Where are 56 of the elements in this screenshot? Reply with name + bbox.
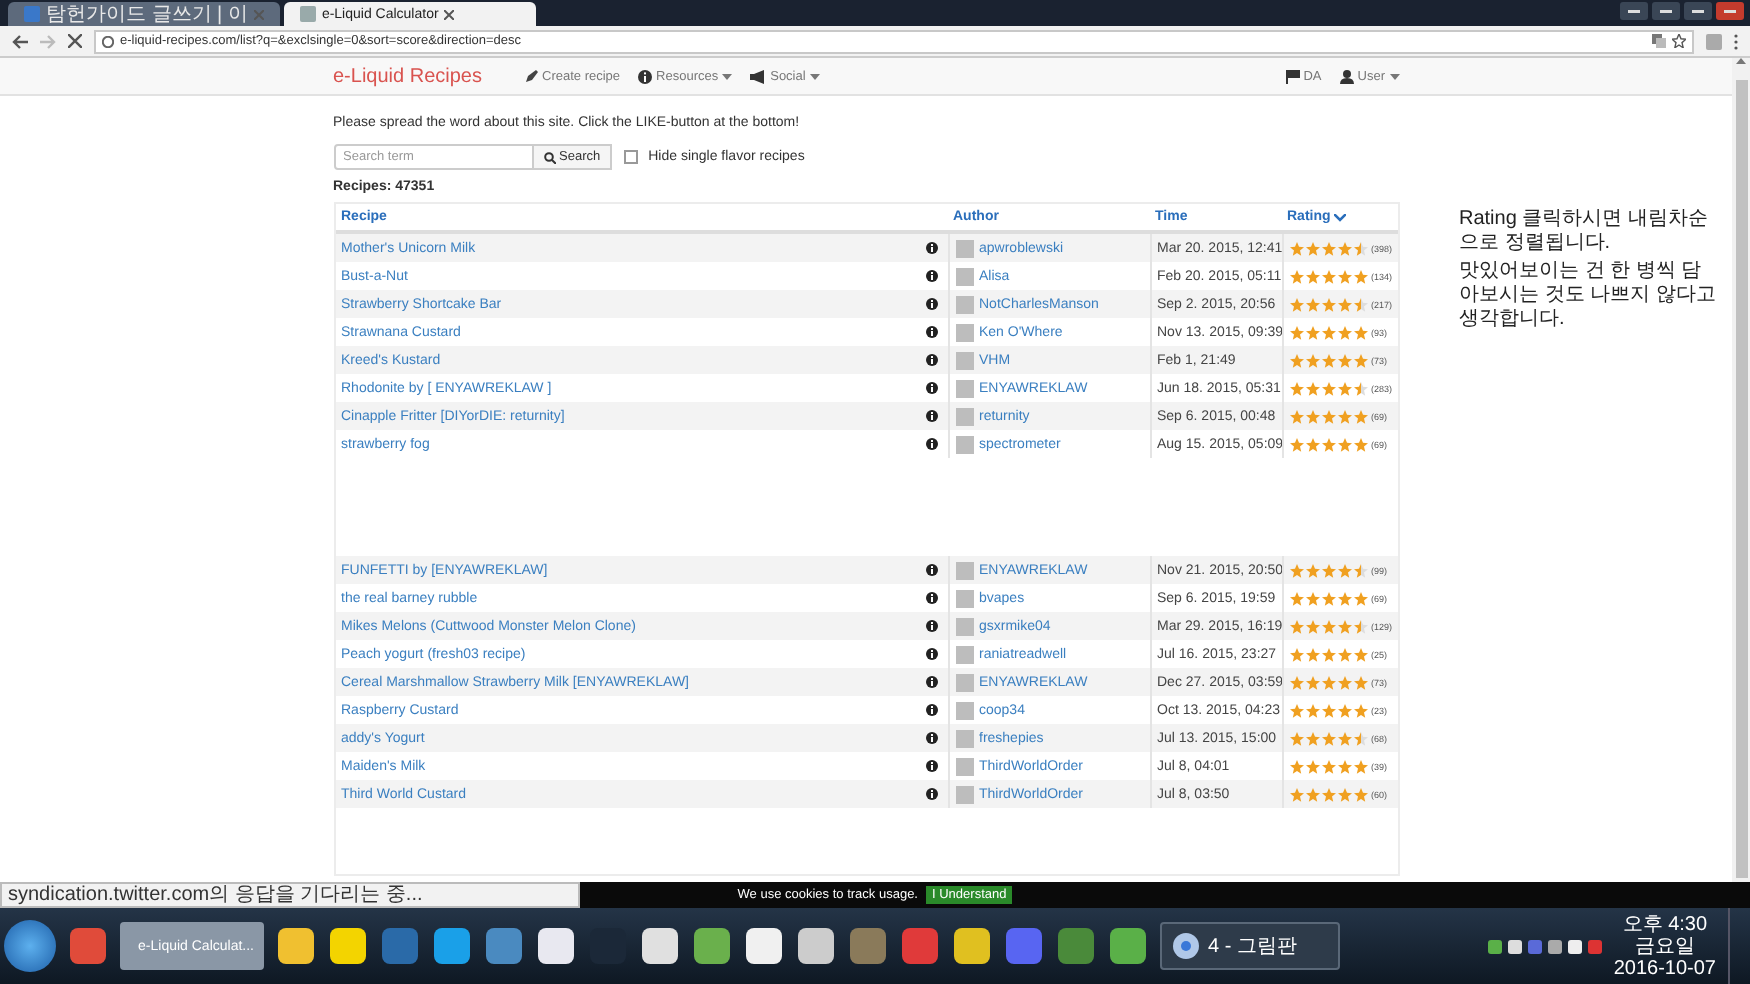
browser-tab[interactable]: 탐헌가이드 글쓰기 | 이 [8,2,280,26]
page-icon [24,6,40,22]
info-icon[interactable] [925,242,937,254]
caret-icon [1389,73,1399,79]
star-outline-icon[interactable] [1672,34,1686,48]
info-icon[interactable] [925,760,937,772]
info-icon[interactable] [925,354,937,366]
info-icon[interactable] [925,704,937,716]
info-icon[interactable] [925,326,937,338]
clock-day[interactable]: 금요일 [1634,935,1695,957]
back-icon[interactable] [12,33,28,49]
search-icon [543,151,555,163]
pencil-icon [524,69,538,83]
app-icon[interactable] [276,926,316,966]
app-icon[interactable] [1108,926,1148,966]
scrollbar-thumb[interactable] [1735,80,1747,878]
info-icon[interactable] [925,382,937,394]
stop-icon[interactable] [68,34,82,48]
info-icon[interactable] [925,270,937,282]
note-text: 맛있어보이는 건 한 병씩 담아보시는 것도 나쁘지 않다고 생각합니다. [1459,260,1716,332]
info-icon[interactable] [925,564,937,576]
checkbox[interactable] [624,150,639,164]
start-button[interactable] [4,920,56,972]
app-icon[interactable] [328,926,368,966]
app-icon[interactable] [744,926,784,966]
minimize-icon[interactable] [1652,2,1680,20]
info-icon[interactable] [925,438,937,450]
taskbar-window[interactable]: 4 - 그림판 [1160,922,1340,970]
app-icon[interactable] [640,926,680,966]
site-brand[interactable]: e-Liquid Recipes [333,65,482,87]
info-icon[interactable] [925,648,937,660]
app-icon[interactable] [692,926,732,966]
info-icon[interactable] [925,732,937,744]
info-icon[interactable] [925,410,937,422]
page-icon [299,6,316,22]
note-text: Rating 클릭하시면 내림차순으로 정렬됩니다. [1459,208,1710,256]
clock-time[interactable]: 오후 4:30 [1622,913,1708,935]
info-icon[interactable] [925,620,937,632]
info-icon[interactable] [925,676,937,688]
info-icon[interactable] [925,788,937,800]
info-icon[interactable] [925,298,937,310]
scrollbar[interactable] [1732,58,1750,882]
sort-caret-icon [1334,213,1347,221]
caret-icon [809,73,820,79]
app-icon[interactable] [536,926,576,966]
user-icon [1339,69,1354,83]
info-icon[interactable] [925,592,937,604]
app-icon[interactable] [796,926,836,966]
clock-date[interactable]: 2016-10-07 [1613,957,1716,979]
app-icon[interactable] [432,926,472,966]
app-icon[interactable] [952,926,992,966]
megaphone-icon [750,69,767,83]
info-icon [638,69,653,83]
status-bubble: syndication.twitter.com의 응답을 기다리는 중... [0,882,580,908]
caret-icon [722,73,733,79]
info-icon [102,35,114,47]
